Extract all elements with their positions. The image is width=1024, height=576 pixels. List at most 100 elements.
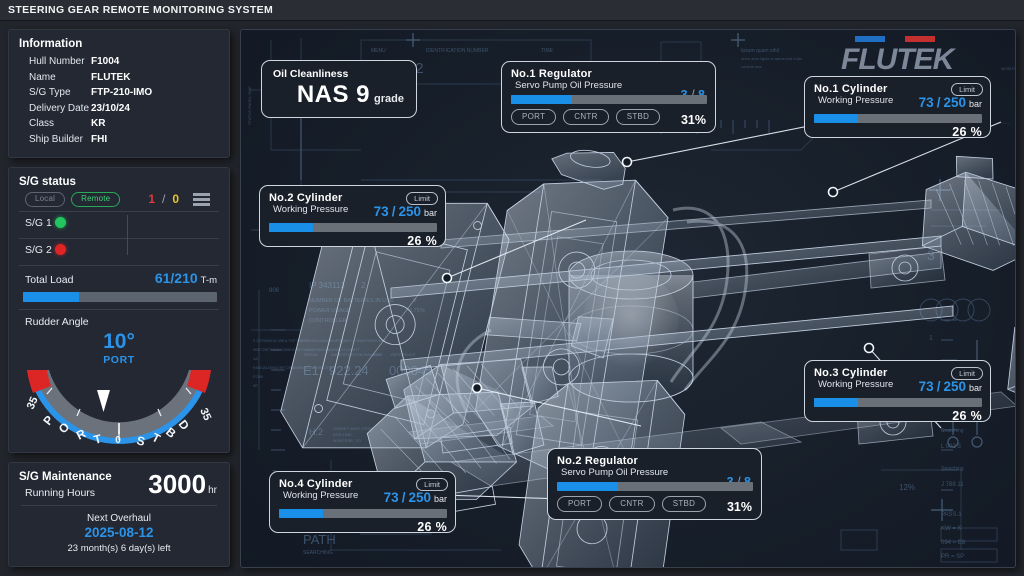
sg1-status-indicator bbox=[55, 217, 66, 228]
regulator-port-button[interactable]: PORT bbox=[511, 109, 557, 125]
logo-red-bar bbox=[905, 36, 935, 42]
regulator-port-button[interactable]: PORT bbox=[557, 496, 603, 512]
regulator-card-1[interactable]: No.1 Regulator Servo Pump Oil Pressure 3… bbox=[501, 61, 716, 133]
rudder-angle-side: PORT bbox=[103, 353, 135, 366]
regulator-percent: 31% bbox=[680, 113, 706, 127]
info-row: Ship Builder FHI bbox=[19, 132, 219, 148]
cylinder-limit-button[interactable]: Limit bbox=[406, 192, 438, 205]
running-hours-label: Running Hours bbox=[25, 486, 96, 499]
oil-cleanliness-unit: grade bbox=[374, 93, 404, 105]
cylinder-value: 73 bbox=[373, 204, 389, 219]
cylinder-limit-button[interactable]: Limit bbox=[416, 478, 448, 491]
regulator-subtitle: Servo Pump Oil Pressure bbox=[561, 467, 669, 478]
total-load-bar bbox=[23, 291, 217, 302]
regulator-button-row: PORT CNTR STBD bbox=[557, 496, 753, 512]
next-overhaul-date: 2025-08-12 bbox=[84, 524, 154, 540]
cylinder-percent: 26 % bbox=[952, 409, 982, 423]
gauge-zero: 0 bbox=[115, 435, 121, 446]
total-load-unit: T-m bbox=[200, 274, 217, 286]
title-bar: STEERING GEAR REMOTE MONITORING SYSTEM bbox=[0, 0, 1024, 21]
sg-unit-label: S/G 1 bbox=[25, 216, 52, 229]
information-title: Information bbox=[19, 38, 83, 50]
info-row: S/G Type FTP-210-IMO bbox=[19, 85, 219, 101]
regulator-stbd-button[interactable]: STBD bbox=[615, 109, 661, 125]
regulator-stbd-button[interactable]: STBD bbox=[661, 496, 707, 512]
maintenance-panel: S/G Maintenance Running Hours 3000 hr Ne… bbox=[8, 461, 230, 567]
cylinder-limit-button[interactable]: Limit bbox=[951, 83, 983, 96]
cylinder-max: 250 bbox=[408, 490, 431, 505]
sg-unit-row: S/G 2 bbox=[19, 239, 219, 261]
total-load-row: Total Load 61/210 T-m bbox=[19, 266, 219, 290]
cylinder-value: 73 bbox=[918, 379, 934, 394]
sg2-status-indicator bbox=[55, 244, 66, 255]
counter-separator: / bbox=[162, 192, 166, 207]
brand-logo: FLUTEK bbox=[837, 36, 987, 76]
app-title: STEERING GEAR REMOTE MONITORING SYSTEM bbox=[8, 4, 274, 16]
sg-status-title: S/G status bbox=[19, 176, 76, 188]
regulator-progress-bar bbox=[511, 95, 707, 104]
regulator-cntr-button[interactable]: CNTR bbox=[609, 496, 655, 512]
info-key: Ship Builder bbox=[29, 133, 83, 145]
regulator-button-row: PORT CNTR STBD bbox=[511, 109, 707, 125]
total-load-value: 61 bbox=[154, 269, 171, 286]
info-key: Name bbox=[29, 71, 56, 83]
cylinder-max: 250 bbox=[398, 204, 421, 219]
info-key: Hull Number bbox=[29, 56, 85, 67]
info-value: FLUTEK bbox=[91, 71, 131, 83]
info-value: F1004 bbox=[91, 56, 120, 67]
regulator-progress-bar bbox=[557, 482, 753, 491]
cylinder-progress-bar bbox=[279, 509, 447, 518]
cylinder-percent: 26 % bbox=[952, 125, 982, 139]
alarm-count: 1 bbox=[148, 192, 156, 207]
cylinder-percent: 26 % bbox=[407, 234, 437, 248]
regulator-title: No.2 Regulator bbox=[557, 455, 639, 467]
cylinder-value: 73 bbox=[383, 490, 399, 505]
gauge-scale-left: 35 bbox=[25, 395, 41, 411]
cylinder-card-2[interactable]: No.2 Cylinder Limit Working Pressure 73 … bbox=[259, 185, 446, 248]
regulator-progress-fill bbox=[511, 95, 572, 104]
regulator-cntr-button[interactable]: CNTR bbox=[563, 109, 609, 125]
cylinder-percent: 26 % bbox=[417, 520, 447, 534]
sg-unit-row: S/G 1 bbox=[19, 212, 219, 234]
rudder-pointer bbox=[97, 389, 110, 412]
regulator-card-2[interactable]: No.2 Regulator Servo Pump Oil Pressure 3… bbox=[547, 448, 762, 520]
rudder-angle-value: 10° bbox=[103, 329, 135, 353]
cylinder-card-3[interactable]: No.3 Cylinder Limit Working Pressure 73 … bbox=[804, 360, 991, 423]
cylinder-limit-button[interactable]: Limit bbox=[951, 367, 983, 380]
warning-count: 0 bbox=[172, 192, 180, 207]
info-row: Name FLUTEK bbox=[19, 70, 219, 86]
cylinder-progress-fill bbox=[269, 223, 313, 232]
info-value: KR bbox=[91, 118, 106, 129]
regulator-subtitle: Servo Pump Oil Pressure bbox=[515, 80, 623, 91]
logo-wordmark: FLUTEK bbox=[841, 43, 957, 76]
information-panel: Information Hull Number F1004 Name FLUTE… bbox=[8, 29, 230, 158]
rudder-angle-gauge: 35 35 0 P O R T S T B D bbox=[25, 369, 213, 446]
regulator-title: No.1 Regulator bbox=[511, 68, 593, 80]
info-value: 23/10/24 bbox=[91, 102, 130, 114]
info-value: FHI bbox=[91, 133, 108, 145]
alarm-counters: 1 / 0 bbox=[148, 192, 179, 206]
info-row: Delivery Date 23/10/24 bbox=[19, 101, 219, 117]
regulator-percent: 31% bbox=[726, 500, 752, 514]
sg-status-panel: S/G status Local Remote 1 / 0 S/G 1 S/G … bbox=[8, 167, 230, 453]
oil-cleanliness-card[interactable]: Oil Cleanliness NAS 9 grade bbox=[261, 60, 417, 118]
cylinder-progress-bar bbox=[814, 398, 982, 407]
menu-icon[interactable] bbox=[193, 192, 211, 206]
cylinder-progress-fill bbox=[814, 398, 858, 407]
cylinder-separator: / bbox=[401, 490, 406, 505]
cylinder-card-4[interactable]: No.4 Cylinder Limit Working Pressure 73 … bbox=[269, 471, 456, 534]
running-hours-value: 3000 bbox=[148, 468, 207, 499]
cylinder-card-1[interactable]: No.1 Cylinder Limit Working Pressure 73 … bbox=[804, 76, 991, 139]
mode-local-button[interactable]: Local bbox=[25, 192, 66, 207]
info-row: Class KR bbox=[19, 116, 219, 132]
running-hours-unit: hr bbox=[208, 484, 217, 496]
cylinder-separator: / bbox=[936, 379, 941, 394]
cylinder-value: 73 bbox=[918, 95, 934, 110]
maintenance-title: S/G Maintenance bbox=[19, 470, 112, 483]
left-sidebar: Information Hull Number F1004 Name FLUTE… bbox=[8, 29, 230, 567]
cylinder-unit: bar bbox=[968, 99, 982, 109]
cylinder-max: 250 bbox=[943, 95, 966, 110]
cylinder-progress-bar bbox=[814, 114, 982, 123]
time-left-text: 23 month(s) 6 day(s) left bbox=[67, 542, 171, 554]
mode-remote-button[interactable]: Remote bbox=[71, 192, 121, 207]
